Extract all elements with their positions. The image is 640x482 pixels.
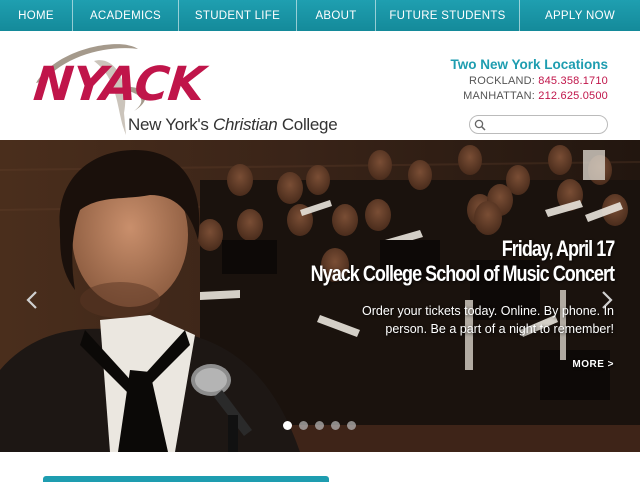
- hero-slider: Friday, April 17 Nyack College School of…: [0, 140, 640, 452]
- slider-dot[interactable]: [331, 421, 340, 430]
- top-navigation: HOME ACADEMICS STUDENT LIFE ABOUT FUTURE…: [0, 0, 640, 31]
- slider-dot[interactable]: [347, 421, 356, 430]
- hero-more-link[interactable]: MORE >: [572, 359, 614, 370]
- slider-dot[interactable]: [283, 421, 292, 430]
- hero-title: Nyack College School of Music Concert: [310, 261, 615, 286]
- nav-item-apply-now[interactable]: APPLY NOW: [520, 0, 640, 31]
- search-icon[interactable]: [474, 119, 486, 131]
- manhattan-phone[interactable]: 212.625.0500: [538, 90, 608, 102]
- site-logo[interactable]: NYACK New York's Christian College: [30, 41, 338, 136]
- hero-photo: [0, 140, 640, 452]
- logo-tagline-em: Christian: [213, 115, 278, 134]
- hero-description: Order your tickets today. Online. By pho…: [362, 304, 614, 336]
- slider-dot[interactable]: [299, 421, 308, 430]
- nav-item-academics[interactable]: ACADEMICS: [73, 0, 179, 31]
- rockland-phone[interactable]: 845.358.1710: [538, 75, 608, 87]
- locations-block: Two New York Locations ROCKLAND: 845.358…: [450, 57, 608, 104]
- rockland-line: ROCKLAND: 845.358.1710: [450, 74, 608, 89]
- search-box[interactable]: [469, 115, 608, 134]
- manhattan-label: MANHATTAN:: [463, 90, 536, 102]
- rockland-label: ROCKLAND:: [469, 75, 536, 87]
- nav-item-home[interactable]: HOME: [0, 0, 73, 31]
- locations-title: Two New York Locations: [450, 57, 608, 72]
- logo-tagline: New York's Christian College: [128, 115, 338, 135]
- chevron-left-icon[interactable]: [25, 290, 39, 310]
- logo-tagline-pre: New York's: [128, 115, 213, 134]
- hero-date: Friday, April 17: [501, 236, 615, 261]
- nav-item-future-students[interactable]: FUTURE STUDENTS: [376, 0, 520, 31]
- slider-dot[interactable]: [315, 421, 324, 430]
- manhattan-line: MANHATTAN: 212.625.0500: [450, 89, 608, 104]
- nav-item-student-life[interactable]: STUDENT LIFE: [179, 0, 297, 31]
- nav-item-about[interactable]: ABOUT: [297, 0, 376, 31]
- slider-pagination: [283, 421, 356, 430]
- logo-wordmark: NYACK: [31, 57, 207, 112]
- site-header: NYACK New York's Christian College Two N…: [0, 31, 640, 140]
- logo-tagline-post: College: [277, 115, 338, 134]
- search-input[interactable]: [490, 117, 602, 132]
- content-section-tab: [43, 476, 329, 482]
